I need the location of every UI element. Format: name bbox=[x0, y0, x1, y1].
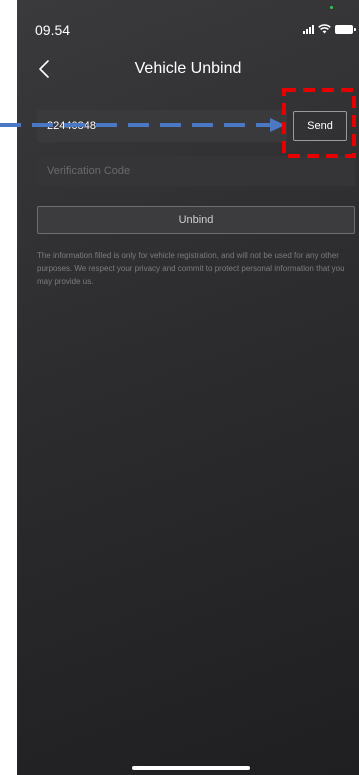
home-indicator bbox=[132, 766, 250, 770]
status-bar: 09.54 bbox=[17, 0, 359, 50]
battery-icon bbox=[335, 24, 356, 34]
phone-number-input[interactable] bbox=[37, 110, 287, 142]
privacy-note: The information filled is only for vehic… bbox=[37, 251, 345, 286]
wifi-icon bbox=[318, 24, 331, 34]
verification-code-input[interactable] bbox=[37, 156, 355, 186]
unbind-button[interactable]: Unbind bbox=[37, 206, 355, 234]
camera-indicator-dot bbox=[330, 6, 333, 9]
phone-screen: 09.54 Vehicle Unbind Send Unbind The inf… bbox=[17, 0, 359, 775]
status-icons bbox=[303, 24, 356, 34]
signal-icon bbox=[303, 24, 314, 34]
navigation-bar: Vehicle Unbind bbox=[17, 52, 359, 86]
send-code-button[interactable]: Send bbox=[293, 111, 347, 141]
status-time: 09.54 bbox=[35, 22, 71, 38]
page-title: Vehicle Unbind bbox=[134, 60, 242, 77]
